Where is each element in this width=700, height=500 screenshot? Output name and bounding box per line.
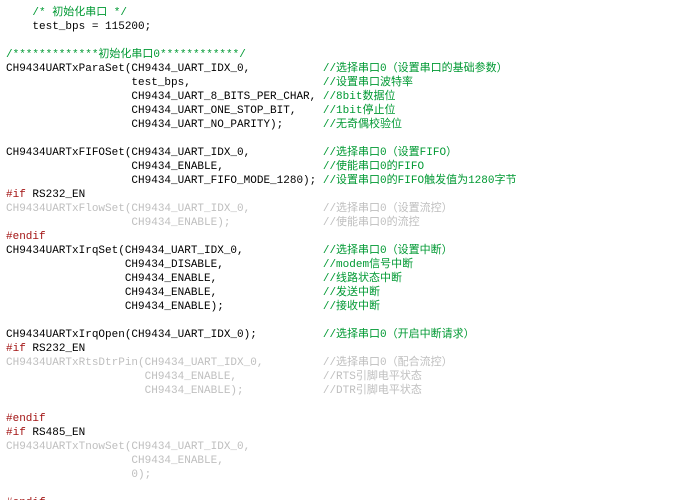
- code-comment: //选择串口0（设置流控）: [323, 203, 453, 215]
- code-segment: RS485_EN: [26, 427, 85, 439]
- code-call: CH9434UARTxRtsDtrPin(CH9434_UART_IDX_0,: [6, 357, 323, 369]
- code-line: /*************初始化串口0************/: [6, 48, 694, 62]
- code-line: #if RS232_EN: [6, 188, 694, 202]
- code-comment: //modem信号中断: [323, 259, 413, 271]
- code-block: /* 初始化串口 */ test_bps = 115200; /********…: [0, 0, 700, 500]
- code-comment: //DTR引脚电平状态: [323, 385, 422, 397]
- code-call: CH9434_UART_NO_PARITY);: [6, 119, 323, 131]
- code-comment: //发送中断: [323, 287, 380, 299]
- code-line: #if RS232_EN: [6, 342, 694, 356]
- code-line: CH9434_UART_ONE_STOP_BIT, //1bit停止位: [6, 104, 694, 118]
- code-call: CH9434_UART_8_BITS_PER_CHAR,: [6, 91, 323, 103]
- code-segment: #if: [6, 189, 26, 201]
- code-line: [6, 34, 694, 48]
- code-comment: //RTS引脚电平状态: [323, 371, 422, 383]
- code-line: [6, 398, 694, 412]
- code-comment: //设置串口波特率: [323, 77, 413, 89]
- code-line: CH9434_ENABLE); //接收中断: [6, 300, 694, 314]
- code-line: CH9434_ENABLE,: [6, 454, 694, 468]
- code-line: 0);: [6, 468, 694, 482]
- code-comment: //选择串口0（设置中断）: [323, 245, 453, 257]
- code-line: test_bps, //设置串口波特率: [6, 76, 694, 90]
- code-call: CH9434_ENABLE,: [6, 287, 323, 299]
- code-call: test_bps,: [6, 77, 323, 89]
- code-call: 0);: [6, 469, 323, 481]
- code-line: [6, 314, 694, 328]
- code-segment: #if: [6, 343, 26, 355]
- code-line: CH9434UARTxParaSet(CH9434_UART_IDX_0, //…: [6, 62, 694, 76]
- code-call: CH9434_ENABLE);: [6, 301, 323, 313]
- code-comment: //选择串口0（配合流控）: [323, 357, 453, 369]
- code-segment: test_bps = 115200;: [6, 21, 151, 33]
- code-comment: //选择串口0（开启中断请求）: [323, 329, 475, 341]
- code-call: CH9434UARTxTnowSet(CH9434_UART_IDX_0,: [6, 441, 323, 453]
- code-call: CH9434UARTxFlowSet(CH9434_UART_IDX_0,: [6, 203, 323, 215]
- code-call: CH9434_ENABLE,: [6, 273, 323, 285]
- code-call: CH9434_DISABLE,: [6, 259, 323, 271]
- code-line: #endif: [6, 412, 694, 426]
- code-call: CH9434_ENABLE);: [6, 385, 323, 397]
- code-line: /* 初始化串口 */: [6, 6, 694, 20]
- code-line: CH9434_UART_FIFO_MODE_1280); //设置串口0的FIF…: [6, 174, 694, 188]
- code-line: CH9434_ENABLE); //DTR引脚电平状态: [6, 384, 694, 398]
- code-comment: //选择串口0（设置FIFO）: [323, 147, 457, 159]
- code-comment: //设置串口0的FIFO触发值为1280字节: [323, 175, 517, 187]
- code-line: [6, 132, 694, 146]
- code-call: CH9434_ENABLE,: [6, 371, 323, 383]
- code-comment: //接收中断: [323, 301, 380, 313]
- code-line: CH9434_ENABLE, //线路状态中断: [6, 272, 694, 286]
- code-comment: //线路状态中断: [323, 273, 402, 285]
- code-line: CH9434_ENABLE); //使能串口0的流控: [6, 216, 694, 230]
- code-line: #endif: [6, 496, 694, 500]
- code-comment: //无奇偶校验位: [323, 119, 402, 131]
- code-line: CH9434UARTxIrqSet(CH9434_UART_IDX_0, //选…: [6, 244, 694, 258]
- code-call: CH9434UARTxFIFOSet(CH9434_UART_IDX_0,: [6, 147, 323, 159]
- code-comment: //1bit停止位: [323, 105, 396, 117]
- code-call: CH9434UARTxIrqOpen(CH9434_UART_IDX_0);: [6, 329, 323, 341]
- code-segment: RS232_EN: [26, 189, 85, 201]
- code-line: #endif: [6, 230, 694, 244]
- code-comment: //8bit数据位: [323, 91, 396, 103]
- code-segment: /* 初始化串口 */: [32, 7, 127, 19]
- code-line: CH9434_DISABLE, //modem信号中断: [6, 258, 694, 272]
- code-segment: /*************初始化串口0************/: [6, 49, 246, 61]
- code-line: CH9434_ENABLE, //发送中断: [6, 286, 694, 300]
- code-line: CH9434UARTxIrqOpen(CH9434_UART_IDX_0); /…: [6, 328, 694, 342]
- code-line: CH9434UARTxRtsDtrPin(CH9434_UART_IDX_0, …: [6, 356, 694, 370]
- code-line: CH9434_UART_NO_PARITY); //无奇偶校验位: [6, 118, 694, 132]
- code-call: CH9434_UART_FIFO_MODE_1280);: [6, 175, 323, 187]
- code-call: CH9434_ENABLE);: [6, 217, 323, 229]
- code-segment: #endif: [6, 231, 46, 243]
- code-line: [6, 482, 694, 496]
- code-segment: RS232_EN: [26, 343, 85, 355]
- code-segment: #endif: [6, 413, 46, 425]
- code-segment: [6, 7, 32, 19]
- code-segment: #if: [6, 427, 26, 439]
- code-line: CH9434UARTxFIFOSet(CH9434_UART_IDX_0, //…: [6, 146, 694, 160]
- code-call: CH9434UARTxIrqSet(CH9434_UART_IDX_0,: [6, 245, 323, 257]
- code-line: #if RS485_EN: [6, 426, 694, 440]
- code-line: CH9434UARTxFlowSet(CH9434_UART_IDX_0, //…: [6, 202, 694, 216]
- code-line: CH9434UARTxTnowSet(CH9434_UART_IDX_0,: [6, 440, 694, 454]
- code-line: CH9434_ENABLE, //RTS引脚电平状态: [6, 370, 694, 384]
- code-call: CH9434_ENABLE,: [6, 161, 323, 173]
- code-line: CH9434_ENABLE, //使能串口0的FIFO: [6, 160, 694, 174]
- code-line: CH9434_UART_8_BITS_PER_CHAR, //8bit数据位: [6, 90, 694, 104]
- code-comment: //选择串口0（设置串口的基础参数）: [323, 63, 508, 75]
- code-comment: //使能串口0的流控: [323, 217, 420, 229]
- code-call: CH9434_ENABLE,: [6, 455, 323, 467]
- code-call: CH9434_UART_ONE_STOP_BIT,: [6, 105, 323, 117]
- code-line: test_bps = 115200;: [6, 20, 694, 34]
- code-comment: //使能串口0的FIFO: [323, 161, 424, 173]
- code-call: CH9434UARTxParaSet(CH9434_UART_IDX_0,: [6, 63, 323, 75]
